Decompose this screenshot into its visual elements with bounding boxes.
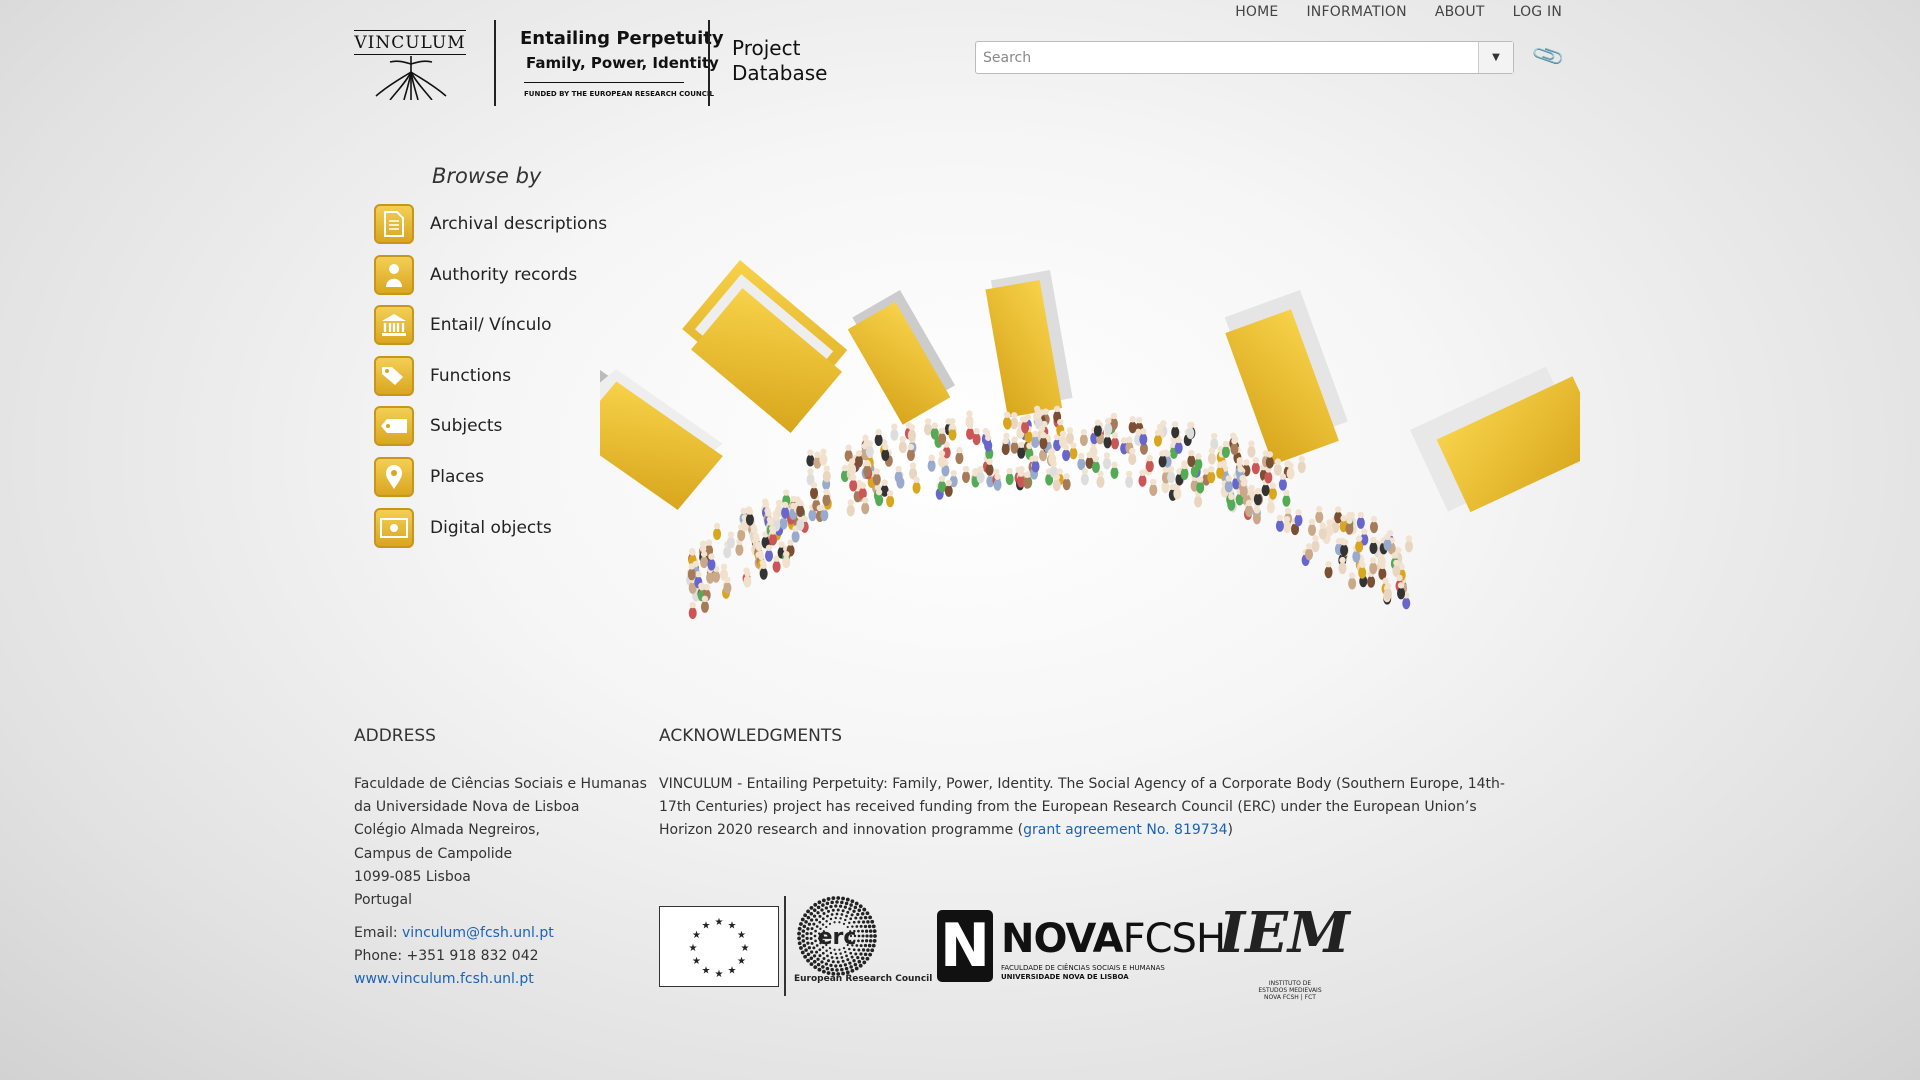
svg-text:★: ★ — [728, 920, 737, 931]
folder-icon — [600, 369, 723, 510]
nova-sub-line: FACULDADE DE CIÊNCIAS SOCIAIS E HUMANAS — [1001, 964, 1165, 972]
folder-icon — [1410, 366, 1580, 513]
logo-subtitle: Family, Power, Identity — [526, 54, 719, 72]
project-database-title: Project Database — [732, 36, 827, 86]
phone-text: Phone: +351 918 832 042 — [354, 948, 539, 965]
map-pin-icon — [374, 456, 414, 497]
browse-heading: Browse by — [432, 164, 542, 188]
search-options-dropdown[interactable]: ▼ — [1478, 42, 1513, 73]
nova-fcsh-logo: NOVAFCSH — [1001, 916, 1226, 962]
address-line: Portugal — [354, 892, 412, 909]
svg-text:★: ★ — [692, 956, 701, 967]
address-line: Campus de Campolide — [354, 845, 513, 862]
tree-roots-icon — [375, 56, 447, 100]
browse-label: Archival descriptions — [430, 214, 608, 234]
tag-icon — [374, 406, 414, 447]
grant-agreement-link[interactable]: grant agreement No. 819734 — [1023, 822, 1227, 838]
nova-bold: NOVA — [1001, 916, 1124, 962]
browse-digital-objects[interactable]: Digital objects — [374, 507, 607, 548]
svg-text:★: ★ — [692, 930, 701, 941]
browse-label: Digital objects — [430, 517, 552, 538]
iem-logo: IEM — [1219, 900, 1350, 966]
folder-icon — [985, 270, 1073, 418]
address-line: Faculdade de Ciências Sociais e Humanas — [354, 776, 647, 792]
document-icon — [374, 204, 414, 244]
svg-text:★: ★ — [702, 920, 711, 931]
eu-stars-icon: ★★★★★★★★★ ★ ★★ — [689, 917, 750, 980]
nova-n-logo: N — [937, 910, 993, 982]
search-box: ▼ — [975, 41, 1514, 74]
erc-label: European Research Council — [794, 974, 933, 984]
eu-flag-logo: ★ ★ ★ ★ ★ ★ ★ ★ ★ ★ ★ ★ — [659, 906, 779, 987]
project-line: Project — [732, 36, 801, 60]
email-label: Email: — [354, 925, 398, 941]
address-block: Faculdade de Ciências Sociais e Humanas … — [354, 773, 647, 912]
folder-icon — [1224, 290, 1348, 465]
svg-text:★: ★ — [715, 969, 724, 980]
image-icon — [374, 507, 414, 548]
nav-about[interactable]: ABOUT — [1435, 4, 1485, 20]
svg-text:★: ★ — [741, 943, 750, 954]
ack-text-end: ) — [1227, 822, 1233, 839]
nova-light: FCSH — [1122, 916, 1226, 962]
address-line: 1099-085 Lisboa — [354, 868, 471, 885]
browse-label: Subjects — [430, 416, 503, 437]
erc-logo-icon: erc — [797, 896, 877, 976]
acknowledgments-text: VINCULUM - Entailing Perpetuity: Family,… — [659, 773, 1529, 843]
logo-title: Entailing Perpetuity — [520, 28, 724, 49]
paperclip-icon[interactable]: 📎 — [1531, 39, 1567, 74]
logo-vinculum-text: VINCULUM — [354, 30, 466, 55]
address-line: da Universidade Nova de Lisboa — [354, 799, 580, 816]
svg-text:★: ★ — [737, 956, 746, 967]
website-link[interactable]: www.vinculum.fcsh.unl.pt — [354, 971, 534, 987]
nav-home[interactable]: HOME — [1235, 4, 1278, 20]
database-line: Database — [732, 61, 828, 85]
address-line: Colégio Almada Negreiros, — [354, 822, 540, 839]
logo-underline — [524, 82, 684, 83]
email-row: Email: vinculum@fcsh.unl.pt — [354, 922, 554, 945]
logo-divider-2 — [708, 20, 710, 106]
email-link[interactable]: vinculum@fcsh.unl.pt — [402, 925, 554, 941]
browse-subjects[interactable]: Subjects — [374, 406, 607, 447]
top-navigation: HOME INFORMATION ABOUT LOG IN — [1235, 4, 1562, 20]
svg-text:★: ★ — [728, 966, 737, 977]
folder-icon — [847, 290, 955, 425]
browse-label: Places — [430, 466, 485, 487]
browse-places[interactable]: Places — [374, 456, 607, 497]
logo-funded-text: FUNDED BY THE EUROPEAN RESEARCH COUNCIL — [524, 90, 714, 98]
browse-menu: Archival descriptions Authority records … — [374, 204, 607, 558]
caret-down-icon: ▼ — [1492, 52, 1500, 63]
acknowledgments-heading: ACKNOWLEDGMENTS — [659, 726, 843, 746]
browse-label: Authority records — [430, 264, 578, 285]
svg-text:erc: erc — [818, 925, 857, 950]
erc-divider — [784, 896, 786, 996]
institution-icon — [374, 305, 414, 346]
browse-label: Functions — [430, 365, 512, 386]
nav-information[interactable]: INFORMATION — [1306, 4, 1406, 20]
iem-subtitle: INSTITUTO DE ESTUDOS MEDIEVAIS NOVA FCSH… — [1258, 980, 1322, 1001]
browse-entail-vinculo[interactable]: Entail/ Vínculo — [374, 305, 607, 346]
address-heading: ADDRESS — [354, 726, 436, 746]
browse-functions[interactable]: Functions — [374, 355, 607, 396]
svg-text:★: ★ — [737, 930, 746, 941]
svg-text:★: ★ — [702, 966, 711, 977]
logo-divider — [494, 20, 496, 106]
svg-text:★: ★ — [715, 917, 724, 928]
tags-icon — [374, 355, 414, 396]
browse-archival-descriptions[interactable]: Archival descriptions — [374, 204, 607, 244]
nav-login[interactable]: LOG IN — [1513, 4, 1562, 20]
browse-authority-records[interactable]: Authority records — [374, 254, 607, 295]
nova-subtitle: FACULDADE DE CIÊNCIAS SOCIAIS E HUMANAS … — [1001, 964, 1165, 982]
browse-label: Entail/ Vínculo — [430, 315, 552, 336]
person-icon — [374, 254, 414, 295]
svg-text:★: ★ — [689, 943, 698, 954]
search-input[interactable] — [976, 42, 1478, 73]
nova-sub-line: UNIVERSIDADE NOVA DE LISBOA — [1001, 973, 1129, 981]
hero-folders-crowd-illustration — [600, 260, 1580, 620]
folder-icon — [682, 260, 848, 434]
contact-block: Email: vinculum@fcsh.unl.pt Phone: +351 … — [354, 922, 554, 992]
